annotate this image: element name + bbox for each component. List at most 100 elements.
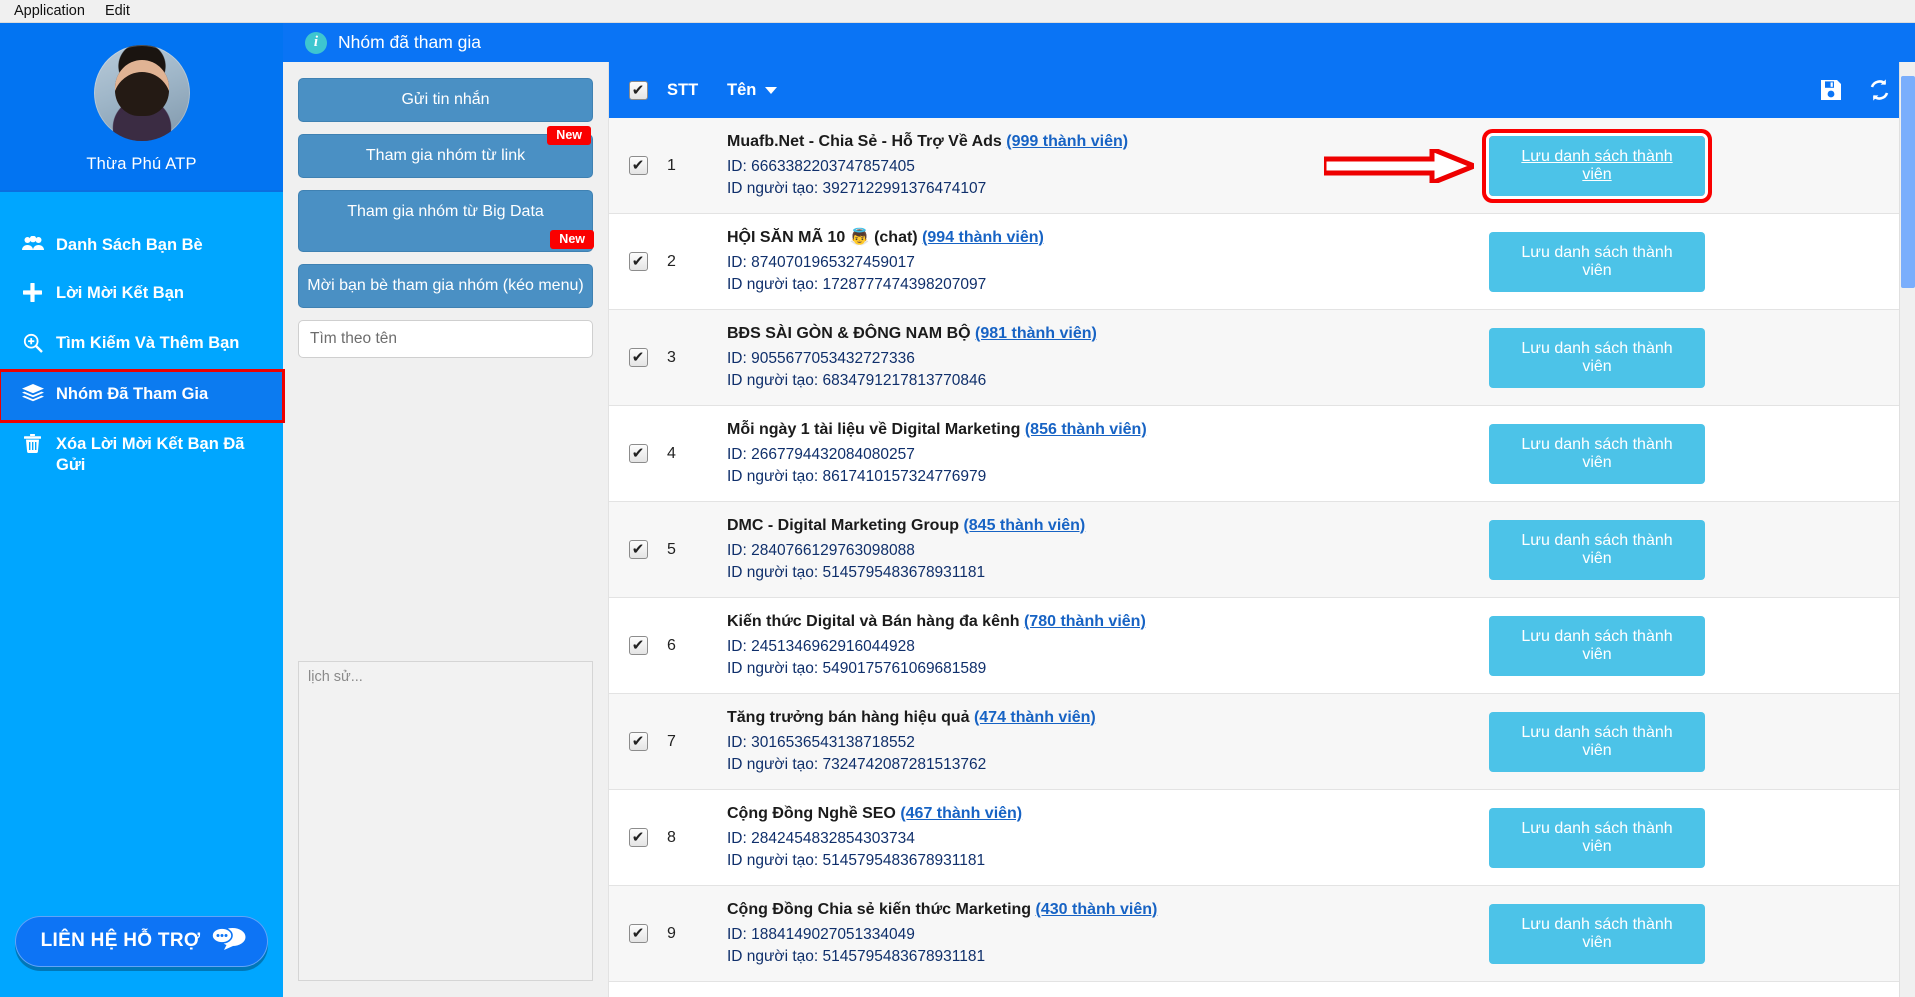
action-wrapper: Lưu danh sách thành viên	[1489, 711, 1899, 772]
table-row: ✔ 3 BĐS SÀI GÒN & ĐÔNG NAM BỘ (981 thành v…	[609, 310, 1915, 406]
row-checkbox[interactable]: ✔	[628, 924, 648, 943]
chevron-down-icon[interactable]	[765, 86, 778, 94]
save-member-list-button[interactable]: Lưu danh sách thành viên	[1489, 231, 1705, 292]
row-name-cell: Kiến thức Digital và Bán hàng đa kênh (7…	[727, 611, 1489, 681]
group-name-text: Tăng trưởng bán hàng hiệu quả	[727, 708, 974, 726]
sidebar-item-label: Xóa Lời Mời Kết Bạn Đã Gửi	[56, 434, 245, 475]
member-count-link[interactable]: (430 thành viên)	[1036, 901, 1158, 918]
annotation-arrow-icon	[1321, 144, 1481, 187]
tool-button-label: Gửi tin nhắn	[401, 91, 490, 108]
row-checkbox[interactable]: ✔	[628, 252, 648, 271]
sidebar-item-friend-requests[interactable]: Lời Mời Kết Bạn	[0, 270, 283, 320]
row-checkbox[interactable]: ✔	[628, 636, 648, 655]
group-id: ID: 2667794432084080257	[727, 446, 915, 464]
search-by-name-input[interactable]	[298, 320, 593, 358]
group-name-text: Muafb.Net - Chia Sẻ - Hỗ Trợ Về Ads	[727, 132, 1007, 150]
save-member-list-button[interactable]: Lưu danh sách thành viên	[1489, 327, 1705, 388]
row-select-cell: ✔	[609, 732, 667, 751]
join-group-from-link-button[interactable]: Tham gia nhóm từ link New	[298, 126, 593, 178]
member-count-link[interactable]: (780 thành viên)	[1024, 613, 1146, 630]
row-name-cell: Mỗi ngày 1 tài liệu về Digital Marketing…	[727, 419, 1489, 489]
member-count-link[interactable]: (467 thành viên)	[900, 805, 1022, 822]
save-member-list-button[interactable]: Lưu danh sách thành viên	[1486, 132, 1708, 199]
group-name-text: BĐS SÀI GÒN & ĐÔNG NAM BỘ	[727, 324, 976, 342]
save-member-list-button[interactable]: Lưu danh sách thành viên	[1489, 519, 1705, 580]
row-action-cell: Lưu danh sách thành viên	[1489, 423, 1899, 484]
avatar	[93, 45, 190, 141]
row-checkbox[interactable]: ✔	[628, 444, 648, 463]
member-count-link[interactable]: (474 thành viên)	[974, 709, 1096, 726]
save-member-list-button[interactable]: Lưu danh sách thành viên	[1489, 423, 1705, 484]
groups-table: ✔ STT Tên ✔ 1 Muafb.Net - Chia Sẻ - Hỗ T…	[609, 62, 1915, 997]
join-group-from-bigdata-button[interactable]: Tham gia nhóm từ Big Data New	[298, 190, 594, 252]
invite-friends-to-group-button[interactable]: Mời bạn bè tham gia nhóm (kéo menu)	[298, 264, 593, 308]
group-name: DMC - Digital Marketing Group (845 thành…	[727, 515, 1489, 537]
save-member-list-button[interactable]: Lưu danh sách thành viên	[1489, 711, 1705, 772]
row-name-cell: HỘI SĂN MÃ 10 👼 (chat) (994 thành viên) I…	[727, 227, 1489, 297]
member-count-link[interactable]: (981 thành viên)	[975, 325, 1097, 342]
sidebar-item-delete-sent-requests[interactable]: Xóa Lời Mời Kết Bạn Đã Gửi	[0, 421, 283, 491]
history-textarea[interactable]	[298, 661, 593, 981]
group-id: ID: 8740701965327459017	[727, 254, 915, 272]
row-checkbox[interactable]: ✔	[628, 828, 648, 847]
row-index-cell: 5	[667, 540, 676, 558]
group-creator-id: ID người tạo: 5145795483678931181	[727, 852, 986, 870]
menu-edit[interactable]: Edit	[95, 1, 140, 21]
save-member-list-button[interactable]: Lưu danh sách thành viên	[1489, 807, 1705, 868]
group-creator-id: ID người tạo: 8617410157324776979	[727, 468, 987, 486]
group-name-text: DMC - Digital Marketing Group	[727, 516, 964, 534]
menu-application[interactable]: Application	[4, 1, 95, 21]
sidebar-item-search-add-friend[interactable]: Tìm Kiếm Và Thêm Bạn	[0, 320, 283, 371]
table-row: ✔ 4 Mỗi ngày 1 tài liệu về Digital Marketi…	[609, 406, 1915, 502]
refresh-icon[interactable]	[1868, 79, 1891, 101]
table-row: ✔ 8 Cộng Đồng Nghề SEO (467 thành viên) ID:…	[609, 790, 1915, 886]
save-member-list-button[interactable]: Lưu danh sách thành viên	[1489, 903, 1705, 964]
table-body: ✔ 1 Muafb.Net - Chia Sẻ - Hỗ Trợ Về Ads (9…	[609, 118, 1915, 997]
group-id: ID: 9055677053432727336	[727, 350, 915, 368]
row-select-cell: ✔	[609, 156, 667, 175]
contact-support-button[interactable]: LIÊN HỆ HỖ TRỢ	[14, 916, 269, 967]
row-select-cell: ✔	[609, 252, 667, 271]
sidebar-item-label: Danh Sách Bạn Bè	[56, 236, 203, 254]
select-all-cell: ✔	[609, 80, 667, 100]
column-header-name[interactable]: Tên	[727, 81, 1820, 100]
menubar: Application Edit	[0, 0, 1915, 23]
row-checkbox[interactable]: ✔	[628, 540, 648, 559]
row-index-cell: 8	[667, 828, 676, 846]
group-id: ID: 3016536543138718552	[727, 734, 915, 752]
group-creator-id: ID người tạo: 6834791217813770846	[727, 372, 987, 390]
sidebar-nav: Danh Sách Bạn Bè Lời Mời Kết Bạn Tìm Kiế…	[0, 192, 285, 491]
scrollbar-thumb[interactable]	[1901, 76, 1915, 288]
sidebar-item-joined-groups[interactable]: Nhóm Đã Tham Gia	[0, 369, 285, 423]
row-select-cell: ✔	[609, 636, 667, 655]
member-count-link[interactable]: (845 thành viên)	[963, 517, 1085, 534]
profile-name: Thừa Phú ATP	[86, 155, 197, 173]
table-row: ✔ 2 HỘI SĂN MÃ 10 👼 (chat) (994 thành viên…	[609, 214, 1915, 310]
group-name: Tăng trưởng bán hàng hiệu quả (474 thành…	[727, 707, 1489, 729]
action-wrapper: Lưu danh sách thành viên	[1489, 615, 1899, 676]
row-index-cell: 9	[667, 924, 676, 942]
select-all-checkbox[interactable]: ✔	[628, 80, 648, 100]
new-badge: New	[547, 126, 591, 146]
row-name-cell: Cộng Đồng Nghề SEO (467 thành viên) ID: 2…	[727, 803, 1489, 873]
row-checkbox[interactable]: ✔	[628, 156, 648, 175]
action-wrapper: Lưu danh sách thành viên	[1489, 903, 1899, 964]
row-index-cell: 4	[667, 444, 676, 462]
row-checkbox[interactable]: ✔	[628, 348, 648, 367]
send-message-button[interactable]: Gửi tin nhắn	[298, 78, 593, 122]
action-wrapper: Lưu danh sách thành viên	[1489, 519, 1899, 580]
member-count-link[interactable]: (856 thành viên)	[1025, 421, 1147, 438]
vertical-scrollbar[interactable]	[1899, 62, 1915, 997]
member-count-link[interactable]: (999 thành viên)	[1006, 133, 1128, 150]
column-header-name-label: Tên	[727, 80, 757, 99]
row-action-cell: Lưu danh sách thành viên	[1489, 615, 1899, 676]
column-header-stt[interactable]: STT	[667, 81, 727, 100]
floppy-disk-icon[interactable]	[1820, 79, 1842, 101]
sidebar-item-friends-list[interactable]: Danh Sách Bạn Bè	[0, 222, 283, 270]
row-checkbox[interactable]: ✔	[628, 732, 648, 751]
sidebar: Thừa Phú ATP Danh Sách Bạn Bè Lời Mời Kế…	[0, 23, 285, 997]
group-name-text: Cộng Đồng Chia sẻ kiến thức Marketing	[727, 900, 1036, 918]
save-member-list-button[interactable]: Lưu danh sách thành viên	[1489, 615, 1705, 676]
member-count-link[interactable]: (994 thành viên)	[922, 229, 1044, 246]
sidebar-item-label: Lời Mời Kết Bạn	[56, 283, 184, 302]
